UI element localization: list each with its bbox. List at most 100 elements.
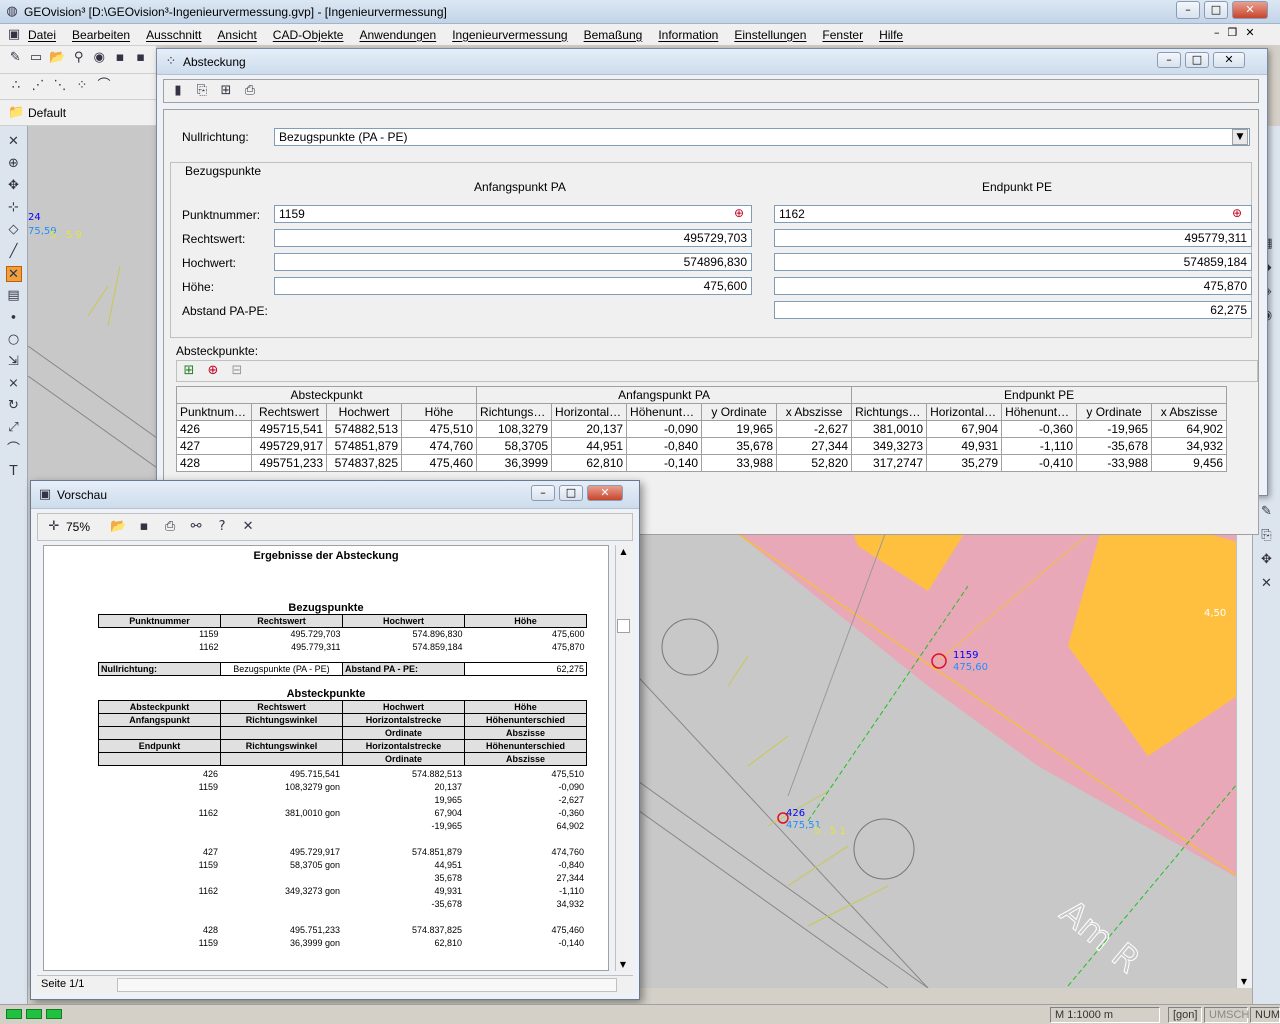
menu-bearbeiten[interactable]: Bearbeiten	[72, 28, 130, 42]
grid-cell[interactable]: 349,3273	[851, 437, 928, 455]
grid-cell[interactable]: -35,678	[1076, 437, 1153, 455]
scale-tool-icon[interactable]: ⤢	[6, 420, 22, 436]
menu-hilfe[interactable]: Hilfe	[879, 28, 903, 42]
grid-cell[interactable]: -0,140	[626, 454, 703, 472]
preview-minimize-button[interactable]: –	[531, 485, 555, 501]
grid-row[interactable]: 427 495729,917 574851,879 474,760 58,3705 44,…	[176, 437, 1228, 455]
grid-cell[interactable]: -0,840	[626, 437, 703, 455]
parcel-tool-icon[interactable]: ▤	[6, 288, 22, 304]
grid-cell[interactable]: -0,090	[626, 420, 703, 438]
link-icon[interactable]: ⚲	[71, 50, 86, 66]
preview-close-button[interactable]: ✕	[587, 485, 623, 501]
rotate-tool-icon[interactable]: ↻	[6, 398, 22, 414]
pick-point-icon[interactable]: ⊕	[1232, 206, 1242, 220]
grid-column-header[interactable]: Horizontalstr...	[926, 403, 1003, 421]
snap-line-icon[interactable]: ⋰	[30, 78, 46, 94]
grid-cell[interactable]: 381,0010	[851, 420, 928, 438]
grid-column-header[interactable]: x Abszisse	[776, 403, 853, 421]
zoom-tool-icon[interactable]: ⊕	[6, 156, 22, 172]
menu-einstellungen[interactable]: Einstellungen	[734, 28, 806, 42]
maximize-button[interactable]: □	[1204, 1, 1228, 19]
grid-cell[interactable]: 574851,879	[326, 437, 402, 455]
menu-ansicht[interactable]: Ansicht	[217, 28, 256, 42]
snap-point-icon[interactable]: ∴	[8, 78, 24, 94]
arc-tool-icon[interactable]: ⌒	[6, 442, 22, 458]
snap-polyline-icon[interactable]: ⋱	[52, 78, 68, 94]
binoculars-icon[interactable]: ⚯	[188, 519, 204, 535]
grid-cell[interactable]: 62,810	[551, 454, 628, 472]
compute-icon[interactable]: ⊞	[218, 83, 234, 99]
dialog-maximize-button[interactable]: □	[1185, 52, 1209, 68]
pe-punktnummer-field[interactable]: 1162	[774, 205, 1252, 223]
preview-maximize-button[interactable]: □	[559, 485, 583, 501]
new-file-icon[interactable]: ▭	[29, 50, 44, 66]
snap-node-icon[interactable]: ⁘	[74, 78, 90, 94]
add-row-icon[interactable]: ⊞	[181, 363, 197, 379]
grid-cell[interactable]: 475,460	[400, 454, 478, 472]
grid-column-header[interactable]: x Abszisse	[1151, 403, 1228, 421]
intersection-tool-icon[interactable]: ⨯	[6, 376, 22, 392]
grid-cell[interactable]: 36,3999	[476, 454, 553, 472]
save-all-icon[interactable]: ▪	[133, 50, 148, 66]
layer-dropdown[interactable]: Default	[28, 106, 66, 120]
pan-tool-icon[interactable]: ✥	[6, 178, 22, 194]
grid-cell[interactable]: 475,510	[400, 420, 478, 438]
grid-cell[interactable]: 35,678	[701, 437, 778, 455]
preview-vertical-scrollbar[interactable]: ▲ ▼	[615, 545, 631, 971]
polygon-tool-icon[interactable]: ◇	[6, 222, 22, 238]
grid-column-header[interactable]: y Ordinate	[701, 403, 778, 421]
pen-icon[interactable]: ✎	[8, 50, 23, 66]
scroll-down-arrow-icon[interactable]: ▼	[616, 960, 630, 969]
menu-datei[interactable]: Datei	[28, 28, 56, 42]
grid-cell[interactable]: 426	[176, 420, 252, 438]
point-tool-icon[interactable]: ∙	[6, 310, 22, 326]
nullrichtung-select[interactable]: Bezugspunkte (PA - PE)	[274, 128, 1250, 146]
grid-cell[interactable]: 495715,541	[251, 420, 327, 438]
select-tool-icon[interactable]: ✕	[6, 134, 22, 150]
save-icon[interactable]: ▪	[136, 519, 152, 535]
pa-hochwert-field[interactable]: 574896,830	[274, 253, 752, 271]
delete-tool-icon[interactable]: ✕	[1259, 576, 1275, 592]
exit-icon[interactable]: ▮	[170, 83, 186, 99]
scale-indicator[interactable]: M 1:1000 m	[1050, 1007, 1160, 1023]
zoom-cross-icon[interactable]: ✛	[46, 519, 62, 535]
grid-column-header[interactable]: Höhenunters...	[626, 403, 703, 421]
pe-hochwert-field[interactable]: 574859,184	[774, 253, 1252, 271]
print-icon[interactable]: ⎙	[162, 519, 178, 535]
pa-rechtswert-field[interactable]: 495729,703	[274, 229, 752, 247]
stakeout-tool-icon[interactable]: ✕	[5, 266, 22, 282]
dialog-minimize-button[interactable]: –	[1157, 52, 1181, 68]
line-tool-icon[interactable]: ╱	[6, 244, 22, 260]
menu-fenster[interactable]: Fenster	[822, 28, 863, 42]
grid-cell[interactable]: 33,988	[701, 454, 778, 472]
grid-cell[interactable]: 58,3705	[476, 437, 553, 455]
grid-cell[interactable]: 428	[176, 454, 252, 472]
mdi-restore-button[interactable]: ❐	[1228, 26, 1238, 39]
grid-cell[interactable]: 474,760	[400, 437, 478, 455]
pick-point-icon[interactable]: ⊕	[734, 206, 744, 220]
grid-column-header[interactable]: Höhenunters...	[1001, 403, 1078, 421]
circle-tool-icon[interactable]: ○	[6, 332, 22, 348]
text-tool-icon[interactable]: T	[6, 464, 22, 480]
menu-anwendungen[interactable]: Anwendungen	[359, 28, 436, 42]
scroll-up-arrow-icon[interactable]: ▲	[616, 547, 631, 556]
grid-cell[interactable]: 495751,233	[251, 454, 327, 472]
grid-column-header[interactable]: Hochwert	[326, 403, 402, 421]
menu-ingenieurvermessung[interactable]: Ingenieurvermessung	[452, 28, 567, 42]
snap-arc-icon[interactable]: ⌒	[96, 78, 112, 94]
grid-cell[interactable]: 574837,825	[326, 454, 402, 472]
grid-cell[interactable]: 427	[176, 437, 252, 455]
scroll-down-arrow-icon[interactable]: ▼	[1237, 977, 1251, 986]
pa-hoehe-field[interactable]: 475,600	[274, 277, 752, 295]
mdi-minimize-button[interactable]: –	[1214, 26, 1220, 39]
grid-cell[interactable]: -0,360	[1001, 420, 1078, 438]
menu-cad-objekte[interactable]: CAD-Objekte	[273, 28, 344, 42]
menu-bemassung[interactable]: Bemaßung	[584, 28, 643, 42]
grid-cell[interactable]: 49,931	[926, 437, 1003, 455]
grid-cell[interactable]: 19,965	[701, 420, 778, 438]
copy-tool-icon[interactable]: ⎘	[1259, 528, 1275, 544]
grid-cell[interactable]: 64,902	[1151, 420, 1228, 438]
pick-points-icon[interactable]: ⎘	[194, 83, 210, 99]
help-cursor-icon[interactable]: ?	[214, 519, 230, 535]
grid-cell[interactable]: 108,3279	[476, 420, 553, 438]
